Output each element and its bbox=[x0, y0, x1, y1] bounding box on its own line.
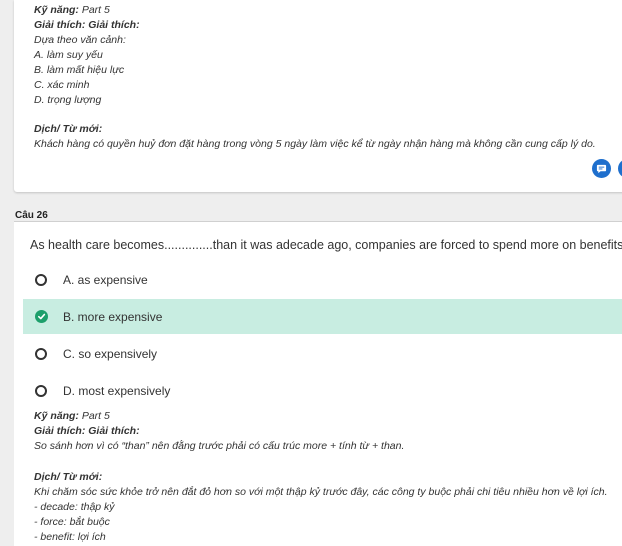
prev-explain-line: Dựa theo văn cảnh: bbox=[34, 34, 126, 46]
option-label: D. most expensively bbox=[63, 383, 171, 398]
prev-translation-text: Khách hàng có quyền huỷ đơn đặt hàng tro… bbox=[34, 138, 596, 150]
explain-text: So sánh hơn vì có “than” nên đằng trước … bbox=[34, 440, 405, 452]
comment-button[interactable] bbox=[592, 159, 611, 178]
prev-explain-line: C. xác minh bbox=[34, 79, 90, 91]
prev-explanation: Kỹ năng: Part 5 Giải thích: Giải thích: … bbox=[34, 3, 140, 108]
prev-explain-line: D. trọng lượng bbox=[34, 94, 102, 106]
question-card: As health care becomes..............than… bbox=[14, 221, 622, 546]
translation-text: Khi chăm sóc sức khỏe trở nên đắt đỏ hơn… bbox=[34, 486, 608, 498]
vocab-item: - decade: thập kỷ bbox=[34, 501, 115, 513]
question-number: Câu 26 bbox=[15, 210, 48, 221]
option-b[interactable]: B. more expensive bbox=[23, 299, 622, 334]
option-label: B. more expensive bbox=[63, 309, 163, 324]
option-label: A. as expensive bbox=[63, 272, 148, 287]
skill-line: Kỹ năng: Part 5 bbox=[34, 410, 110, 422]
prev-skill-line: Kỹ năng: Part 5 bbox=[34, 4, 110, 16]
option-a[interactable]: A. as expensive bbox=[23, 262, 622, 297]
option-label: C. so expensively bbox=[63, 346, 158, 361]
translation: Dịch/ Từ mới: Khi chăm sóc sức khỏe trở … bbox=[34, 470, 608, 545]
radio-icon[interactable] bbox=[35, 347, 47, 360]
secondary-action-button[interactable] bbox=[618, 159, 622, 178]
comment-icon bbox=[596, 164, 607, 174]
option-c[interactable]: C. so expensively bbox=[23, 336, 622, 371]
prev-translation: Dịch/ Từ mới: Khách hàng có quyền huỷ đơ… bbox=[34, 122, 596, 152]
explain-label: Giải thích: Giải thích: bbox=[34, 425, 140, 437]
check-icon[interactable] bbox=[35, 310, 48, 323]
prev-explain-line: B. làm mất hiệu lực bbox=[34, 64, 125, 76]
prev-explain-label: Giải thích: Giải thích: bbox=[34, 19, 140, 31]
radio-icon[interactable] bbox=[35, 273, 47, 286]
checkmark-icon bbox=[37, 313, 46, 320]
translation-label: Dịch/ Từ mới: bbox=[34, 471, 103, 483]
vocab-item: - force: bắt buộc bbox=[34, 516, 110, 528]
option-d[interactable]: D. most expensively bbox=[23, 373, 622, 408]
question-text: As health care becomes..............than… bbox=[30, 238, 622, 252]
prev-explain-line: A. làm suy yếu bbox=[34, 49, 103, 61]
explanation: Kỹ năng: Part 5 Giải thích: Giải thích: … bbox=[34, 409, 404, 454]
radio-icon[interactable] bbox=[35, 384, 47, 397]
previous-question-card: Kỹ năng: Part 5 Giải thích: Giải thích: … bbox=[14, 0, 622, 192]
vocab-item: - benefit: lợi ích bbox=[34, 531, 106, 543]
prev-translation-label: Dịch/ Từ mới: bbox=[34, 123, 103, 135]
